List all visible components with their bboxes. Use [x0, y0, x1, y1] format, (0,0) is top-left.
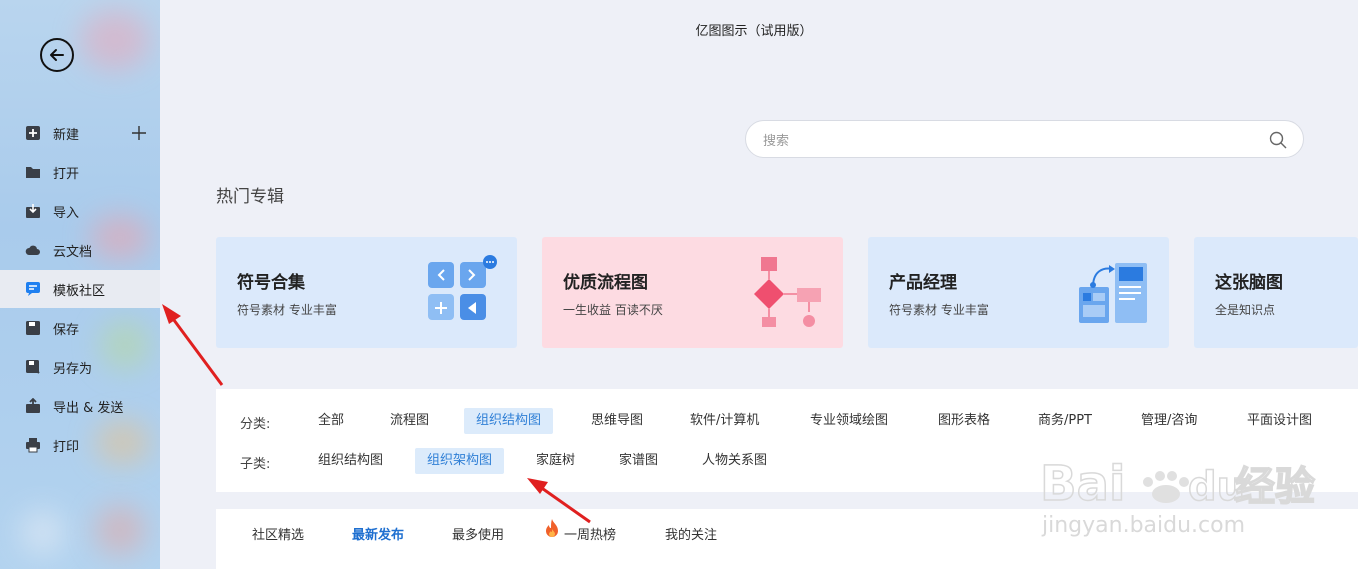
sidebar-item-label: 打印 — [53, 439, 80, 455]
card-subtitle: 全是知识点 — [1215, 303, 1276, 317]
category-chip[interactable]: 平面设计图 — [1247, 408, 1312, 434]
sidebar-item-save-as[interactable]: 另存为 — [0, 348, 160, 386]
album-card-mindmap[interactable]: 这张脑图 全是知识点 — [1194, 237, 1358, 348]
tab-latest[interactable]: 最新发布 — [352, 524, 404, 543]
sidebar-item-label: 打开 — [53, 166, 80, 182]
sidebar: 新建 打开 导入 云文档 模板社区 保存 另存为 导出 & 发送 打印 — [0, 0, 160, 569]
cloud-icon — [25, 245, 40, 255]
tab-weekly-hot[interactable]: 一周热榜 — [564, 524, 616, 543]
section-title: 热门专辑 — [216, 187, 284, 207]
sidebar-item-label: 新建 — [53, 127, 80, 143]
sidebar-item-label: 保存 — [53, 322, 80, 338]
sidebar-item-save[interactable]: 保存 — [0, 309, 160, 347]
folder-icon — [26, 167, 40, 178]
category-chip[interactable]: 商务/PPT — [1038, 408, 1092, 434]
add-icon[interactable] — [130, 124, 148, 142]
annotation-arrow-sidebar — [162, 304, 224, 386]
subcategory-chip-selected[interactable]: 组织架构图 — [415, 448, 505, 474]
sidebar-item-label: 另存为 — [53, 361, 93, 377]
subcategory-label: 子类: — [240, 457, 271, 472]
subcategory-chip[interactable]: 家庭树 — [536, 448, 575, 474]
baidu-jingyan-watermark: Bai du 经验 jingyan.baidu.com — [1040, 455, 1316, 538]
card-subtitle: 一生收益 百读不厌 — [563, 303, 663, 317]
subcategory-chip[interactable]: 人物关系图 — [702, 448, 767, 474]
search-icon[interactable] — [1269, 131, 1287, 149]
sidebar-item-label: 云文档 — [53, 244, 93, 260]
tab-community-picks[interactable]: 社区精选 — [252, 524, 304, 543]
category-chip[interactable]: 流程图 — [390, 408, 429, 434]
category-chip[interactable]: 专业领域绘图 — [810, 408, 888, 434]
watermark-brand: Bai — [1040, 456, 1125, 512]
card-title: 符号合集 — [237, 273, 305, 293]
sidebar-item-import[interactable]: 导入 — [0, 192, 160, 230]
sidebar-item-label: 导入 — [53, 205, 80, 221]
category-chip[interactable]: 管理/咨询 — [1141, 408, 1197, 434]
category-chip[interactable]: 全部 — [318, 408, 344, 434]
sidebar-item-print[interactable]: 打印 — [0, 426, 160, 464]
arrow-left-icon — [50, 49, 64, 61]
album-card-flowchart[interactable]: 优质流程图 一生收益 百读不厌 — [542, 237, 843, 348]
flowchart-illustration-icon — [754, 257, 821, 327]
subcategory-chip[interactable]: 家谱图 — [619, 448, 658, 474]
sidebar-item-cloud[interactable]: 云文档 — [0, 231, 160, 269]
search-input[interactable] — [761, 130, 1245, 152]
window-title: 亿图图示（试用版） — [695, 24, 813, 39]
sidebar-item-label: 模板社区 — [53, 283, 106, 299]
paw-icon — [1143, 471, 1189, 503]
sidebar-item-label: 导出 & 发送 — [53, 400, 124, 416]
sidebar-item-template-community[interactable]: 模板社区 — [0, 270, 160, 308]
save-icon — [26, 321, 40, 335]
save-as-icon — [26, 360, 40, 374]
community-icon — [26, 282, 40, 296]
symbols-illustration-icon — [428, 255, 497, 320]
plus-square-icon — [26, 126, 40, 140]
sidebar-item-export-send[interactable]: 导出 & 发送 — [0, 387, 160, 425]
category-chip[interactable]: 软件/计算机 — [690, 408, 759, 434]
back-button[interactable] — [40, 38, 74, 72]
export-icon — [26, 398, 40, 413]
card-title: 产品经理 — [889, 273, 957, 293]
printer-icon — [26, 438, 40, 453]
card-subtitle: 符号素材 专业丰富 — [889, 303, 989, 317]
fire-icon — [546, 519, 558, 537]
card-subtitle: 符号素材 专业丰富 — [237, 303, 337, 317]
product-illustration-icon — [1079, 263, 1147, 323]
category-chip[interactable]: 图形表格 — [938, 408, 990, 434]
category-chip-selected[interactable]: 组织结构图 — [464, 408, 554, 434]
card-title: 这张脑图 — [1215, 273, 1283, 293]
sidebar-item-open[interactable]: 打开 — [0, 153, 160, 191]
card-title: 优质流程图 — [563, 273, 648, 293]
album-card-product-manager[interactable]: 产品经理 符号素材 专业丰富 — [868, 237, 1169, 348]
album-card-symbols[interactable]: 符号合集 符号素材 专业丰富 — [216, 237, 517, 348]
watermark-cn: 经验 — [1235, 464, 1315, 510]
import-icon — [26, 204, 40, 218]
watermark-url: jingyan.baidu.com — [1041, 513, 1245, 538]
category-label: 分类: — [240, 417, 271, 432]
subcategory-chip[interactable]: 组织结构图 — [318, 448, 383, 474]
tab-following[interactable]: 我的关注 — [665, 524, 717, 543]
tab-most-used[interactable]: 最多使用 — [452, 524, 504, 543]
category-chip[interactable]: 思维导图 — [591, 408, 643, 434]
search-box[interactable] — [745, 120, 1304, 158]
